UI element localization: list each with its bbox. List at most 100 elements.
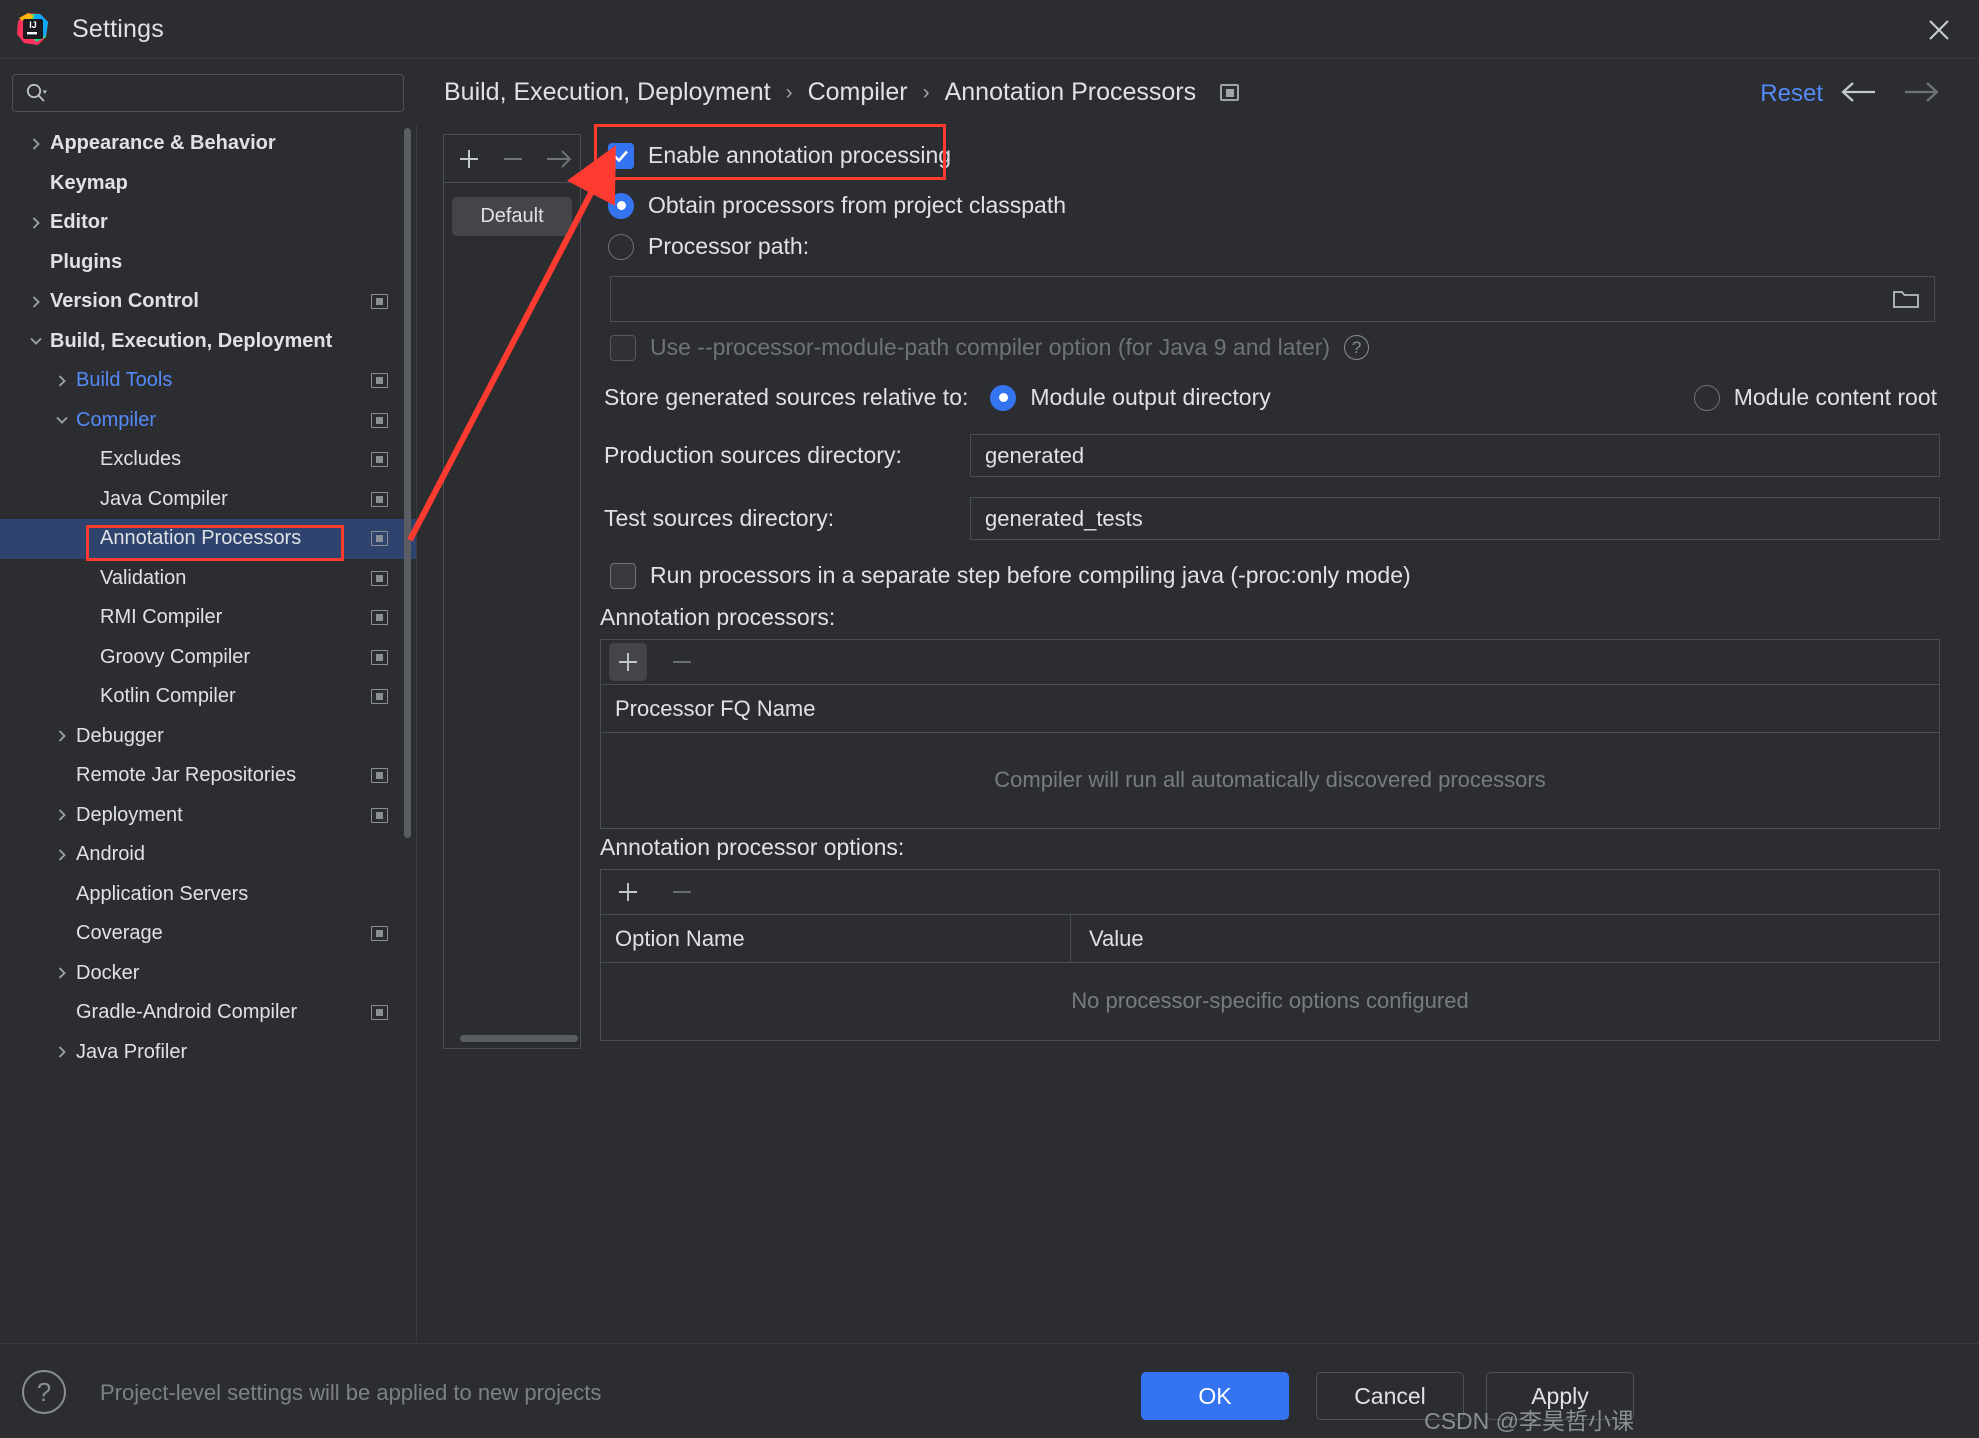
project-scope-icon — [371, 373, 388, 389]
separate-step-row[interactable]: Run processors in a separate step before… — [610, 562, 1411, 589]
module-content-root-radio[interactable] — [1693, 384, 1720, 411]
chevron-right-icon[interactable] — [52, 1042, 72, 1062]
chevron-right-icon[interactable] — [52, 371, 72, 391]
module-item[interactable]: Default — [452, 197, 572, 236]
chevron-right-icon[interactable] — [26, 213, 46, 233]
enable-annotation-processing-row[interactable]: Enable annotation processing — [594, 124, 951, 180]
sidebar-item-editor[interactable]: Editor — [0, 203, 416, 243]
sidebar-item-debugger[interactable]: Debugger — [0, 717, 416, 757]
sidebar-item-label: Annotation Processors — [100, 527, 302, 550]
test-sources-row: Test sources directory: generated_tests — [604, 497, 1940, 540]
chevron-right-icon[interactable] — [26, 134, 46, 154]
production-sources-input[interactable]: generated — [970, 434, 1940, 477]
plus-icon[interactable] — [609, 643, 647, 681]
sidebar-item-compiler[interactable]: Compiler — [0, 401, 416, 441]
enable-annotation-processing-checkbox[interactable] — [608, 142, 634, 169]
sidebar-item-appearance-behavior[interactable]: Appearance & Behavior — [0, 124, 416, 164]
processor-path-radio[interactable] — [608, 233, 634, 260]
minus-icon[interactable] — [663, 643, 701, 681]
folder-icon[interactable] — [1892, 287, 1920, 311]
module-content-root-option[interactable]: Module content root — [1693, 384, 1937, 411]
sidebar-item-keymap[interactable]: Keymap — [0, 164, 416, 204]
project-scope-icon — [371, 1005, 388, 1021]
chevron-right-icon[interactable] — [52, 726, 72, 746]
arrow-left-icon[interactable] — [1839, 80, 1879, 104]
sidebar-content-divider — [416, 124, 417, 1343]
sidebar-item-docker[interactable]: Docker — [0, 954, 416, 994]
question-mark-icon[interactable]: ? — [1344, 335, 1370, 360]
sidebar-item-deployment[interactable]: Deployment — [0, 796, 416, 836]
sidebar-item-label: Gradle-Android Compiler — [76, 1001, 298, 1024]
breadcrumb-item-0[interactable]: Build, Execution, Deployment — [444, 78, 771, 107]
question-mark-icon[interactable]: ? — [22, 1370, 66, 1414]
breadcrumb-item-1[interactable]: Compiler — [808, 78, 908, 107]
sidebar-item-annotation-processors[interactable]: Annotation Processors — [0, 519, 416, 559]
plus-icon[interactable] — [456, 146, 482, 172]
sidebar-scrollbar[interactable] — [404, 128, 411, 838]
sidebar-item-android[interactable]: Android — [0, 835, 416, 875]
sidebar-item-remote-jar-repositories[interactable]: Remote Jar Repositories — [0, 756, 416, 796]
sidebar-item-build-tools[interactable]: Build Tools — [0, 361, 416, 401]
use-processor-module-path-row[interactable]: Use --processor-module-path compiler opt… — [610, 334, 1370, 361]
sidebar-item-label: Editor — [50, 211, 108, 234]
module-panel-scrollbar[interactable] — [460, 1035, 578, 1042]
settings-tree[interactable]: Appearance & Behavior Keymap Editor Plugins… — [0, 124, 416, 1343]
module-output-directory-radio[interactable] — [990, 384, 1017, 411]
plus-icon[interactable] — [609, 873, 647, 911]
arrow-right-icon[interactable] — [1901, 80, 1941, 104]
module-list[interactable]: Default — [444, 183, 580, 236]
processor-path-input[interactable] — [610, 276, 1935, 322]
minus-icon[interactable] — [663, 873, 701, 911]
reset-button[interactable]: Reset — [1760, 80, 1823, 108]
search-icon — [25, 82, 47, 104]
sidebar-item-groovy-compiler[interactable]: Groovy Compiler — [0, 638, 416, 678]
watermark: CSDN @李昊哲小课 — [1424, 1408, 1634, 1434]
chevron-right-icon[interactable] — [52, 963, 72, 983]
ok-button[interactable]: OK — [1141, 1372, 1289, 1420]
module-selector-panel: Default — [443, 134, 581, 1049]
sidebar-item-java-compiler[interactable]: Java Compiler — [0, 480, 416, 520]
chevron-right-icon[interactable] — [52, 845, 72, 865]
annotation-processor-options-empty-text: No processor-specific options configured — [1071, 988, 1469, 1013]
sidebar-item-plugins[interactable]: Plugins — [0, 243, 416, 283]
project-scope-icon — [371, 649, 388, 665]
processor-path-row[interactable]: Processor path: — [608, 233, 809, 260]
sidebar-item-validation[interactable]: Validation — [0, 559, 416, 599]
column-header-processor-fq-name[interactable]: Processor FQ Name — [601, 696, 816, 722]
sidebar-item-coverage[interactable]: Coverage — [0, 914, 416, 954]
obtain-from-classpath-row[interactable]: Obtain processors from project classpath — [608, 192, 1066, 219]
module-output-directory-option[interactable]: Module output directory — [990, 384, 1271, 411]
separate-step-checkbox[interactable] — [610, 562, 636, 589]
settings-search-box[interactable] — [12, 74, 404, 112]
chevron-down-icon[interactable] — [52, 410, 72, 430]
sidebar-item-version-control[interactable]: Version Control — [0, 282, 416, 322]
close-icon[interactable] — [1917, 8, 1961, 52]
project-scope-icon — [371, 294, 388, 310]
search-input[interactable] — [53, 83, 403, 103]
chevron-down-icon[interactable] — [26, 331, 46, 351]
module-content-root-label: Module content root — [1733, 384, 1937, 410]
sidebar-item-gradle-android-compiler[interactable]: Gradle-Android Compiler — [0, 993, 416, 1033]
chevron-right-icon[interactable] — [52, 805, 72, 825]
test-sources-input[interactable]: generated_tests — [970, 497, 1940, 540]
store-generated-sources-row: Store generated sources relative to: Mod… — [604, 384, 1939, 411]
arrow-right-icon[interactable] — [544, 148, 574, 170]
sidebar-item-excludes[interactable]: Excludes — [0, 440, 416, 480]
title-bar: IJ Settings — [0, 0, 1979, 59]
chevron-right-icon[interactable] — [26, 292, 46, 312]
minus-icon[interactable] — [500, 146, 526, 172]
sidebar-item-label: Docker — [76, 961, 140, 984]
sidebar-item-java-profiler[interactable]: Java Profiler — [0, 1033, 416, 1073]
breadcrumb: Build, Execution, Deployment › Compiler … — [444, 78, 1240, 107]
obtain-from-classpath-radio[interactable] — [608, 192, 634, 219]
column-header-value[interactable]: Value — [1071, 926, 1144, 952]
use-processor-module-path-checkbox[interactable] — [610, 334, 636, 361]
history-navigation — [1839, 80, 1941, 104]
sidebar-item-rmi-compiler[interactable]: RMI Compiler — [0, 598, 416, 638]
sidebar-item-label: Keymap — [50, 171, 128, 194]
sidebar-item-kotlin-compiler[interactable]: Kotlin Compiler — [0, 677, 416, 717]
sidebar-item-build-execution-deployment[interactable]: Build, Execution, Deployment — [0, 322, 416, 362]
test-sources-label: Test sources directory: — [604, 505, 835, 531]
column-header-option-name[interactable]: Option Name — [601, 915, 1071, 962]
sidebar-item-application-servers[interactable]: Application Servers — [0, 875, 416, 915]
